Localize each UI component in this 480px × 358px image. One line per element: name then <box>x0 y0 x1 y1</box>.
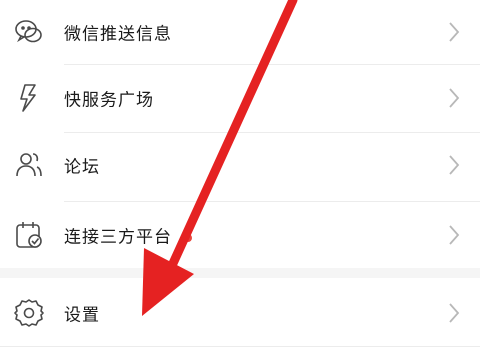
users-icon <box>12 148 46 182</box>
gear-icon <box>12 296 46 330</box>
chevron-right-icon <box>449 303 460 323</box>
menu-item-forum[interactable]: 论坛 <box>0 133 480 197</box>
menu-item-label: 设置 <box>64 305 100 326</box>
settings-screen: 微信推送信息 快服务广场 论坛 连接三方平台 设置 <box>0 0 480 358</box>
divider <box>64 64 480 65</box>
chevron-right-icon <box>449 88 460 108</box>
menu-item-settings[interactable]: 设置 <box>0 281 480 345</box>
notification-dot <box>184 234 192 242</box>
divider <box>64 201 480 202</box>
menu-item-label: 微信推送信息 <box>64 24 172 45</box>
calendar-check-icon <box>12 218 46 252</box>
divider <box>0 346 480 347</box>
menu-item-wechat-push[interactable]: 微信推送信息 <box>0 0 480 64</box>
chevron-right-icon <box>449 155 460 175</box>
menu-item-quick-service[interactable]: 快服务广场 <box>0 66 480 130</box>
lightning-icon <box>12 81 46 115</box>
chevron-right-icon <box>449 22 460 42</box>
section-gap <box>0 268 480 278</box>
menu-item-label: 快服务广场 <box>64 90 154 111</box>
menu-item-label: 连接三方平台 <box>64 227 172 248</box>
chevron-right-icon <box>449 225 460 245</box>
menu-item-third-party[interactable]: 连接三方平台 <box>0 203 480 267</box>
menu-item-label: 论坛 <box>64 157 100 178</box>
wechat-icon <box>12 15 46 49</box>
